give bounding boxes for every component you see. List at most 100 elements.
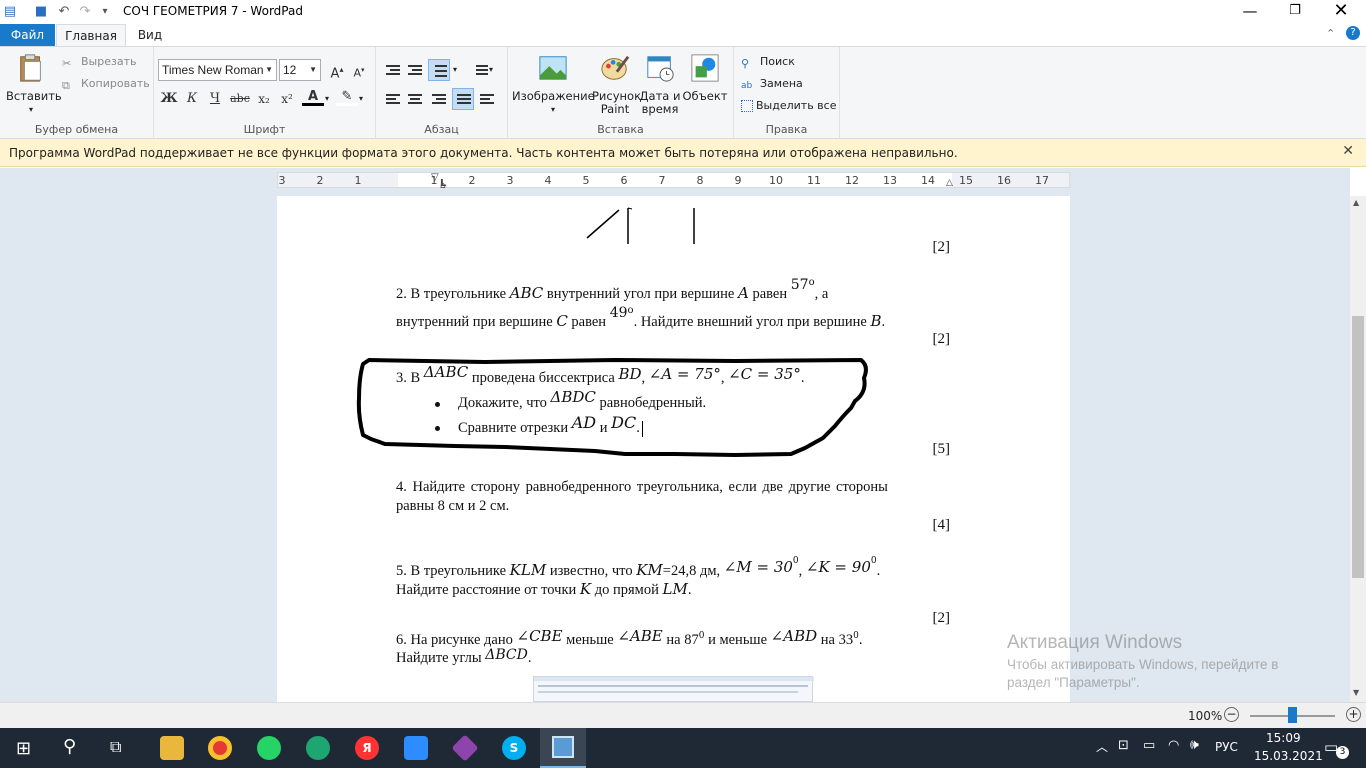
battery-icon[interactable]: ▭ <box>1143 738 1155 753</box>
clock-time[interactable]: 15:09 <box>1266 731 1301 745</box>
insert-object-button[interactable]: Объект <box>682 53 728 103</box>
vertical-scrollbar[interactable]: ▲ ▼ <box>1350 196 1366 702</box>
subscript-button[interactable]: x₂ <box>253 88 275 110</box>
decrease-indent-button[interactable] <box>382 59 404 81</box>
chevron-down-icon: ▼ <box>309 65 317 74</box>
align-center-button[interactable] <box>404 88 426 110</box>
underline-button[interactable]: Ч <box>204 88 226 110</box>
task-view-icon[interactable]: ⧉ <box>110 737 121 757</box>
scroll-up-icon[interactable]: ▲ <box>1353 198 1359 207</box>
calendar-icon <box>647 56 674 82</box>
text-color-button[interactable]: A <box>302 86 324 106</box>
first-line-indent-marker[interactable]: ▽ <box>431 172 439 183</box>
font-family-value: Times New Roman <box>162 63 264 77</box>
window-title: СОЧ ГЕОМЕТРИЯ 7 - WordPad <box>123 4 303 18</box>
align-right-button[interactable] <box>428 88 450 110</box>
zoom-slider-thumb[interactable] <box>1288 707 1297 723</box>
font-family-select[interactable]: Times New Roman ▼ <box>158 59 277 81</box>
windows-start-icon[interactable]: ⊞ <box>16 738 31 759</box>
align-left-button[interactable] <box>382 88 404 110</box>
help-icon[interactable]: ? <box>1346 26 1360 40</box>
copy-button[interactable]: ⧉ Копировать <box>62 75 150 93</box>
close-button[interactable]: ✕ <box>1318 0 1364 24</box>
find-label: Поиск <box>760 55 795 68</box>
justify-button[interactable] <box>452 88 474 110</box>
wordpad-taskbar-button[interactable] <box>540 728 586 768</box>
file-explorer-icon[interactable] <box>160 736 184 760</box>
highlighter-icon: ✎ <box>341 89 353 104</box>
ruler[interactable]: 3 2 1 1 2 3 4 5 6 7 8 9 10 11 12 13 14 1… <box>277 172 1070 191</box>
language-indicator[interactable]: РУС <box>1215 740 1238 754</box>
font-size-value: 12 <box>283 63 297 77</box>
clock-date[interactable]: 15.03.2021 <box>1254 749 1323 763</box>
replace-button[interactable]: ab Замена <box>741 75 803 93</box>
paste-icon <box>20 54 41 82</box>
undo-icon[interactable]: ↶ <box>56 4 72 20</box>
show-hidden-icons[interactable]: ︿ <box>1096 738 1108 755</box>
scroll-down-icon[interactable]: ▼ <box>1353 688 1359 697</box>
ruler-number: 15 <box>959 174 973 187</box>
binoculars-icon: ⚲ <box>741 57 750 70</box>
wifi-icon[interactable]: ◠ <box>1168 738 1179 753</box>
paragraph-settings-button[interactable] <box>476 88 498 110</box>
restore-button[interactable]: ❐ <box>1272 0 1318 24</box>
q4-score: [4] <box>932 517 951 533</box>
redo-icon[interactable]: ↷ <box>77 4 93 20</box>
minimize-button[interactable]: — <box>1227 0 1273 24</box>
strikethrough-button[interactable]: abc <box>229 88 251 110</box>
tab-file[interactable]: Файл <box>0 24 55 46</box>
wordpad-app-icon[interactable]: ▤ <box>2 4 18 20</box>
skype-icon[interactable]: S <box>502 736 526 760</box>
zoom-out-icon[interactable]: − <box>1224 707 1239 722</box>
scrollbar-thumb[interactable] <box>1352 316 1364 578</box>
antivirus-icon[interactable]: ⊡ <box>1118 738 1129 753</box>
chevron-down-icon[interactable]: ▾ <box>359 94 363 103</box>
cut-button[interactable]: ✂ Вырезать <box>62 53 136 71</box>
italic-button[interactable]: К <box>181 88 203 110</box>
collapse-ribbon-icon[interactable]: ⌃ <box>1326 27 1335 40</box>
ruler-number: 4 <box>544 174 552 187</box>
insert-date-time-button[interactable]: Дата и время <box>638 53 682 116</box>
document-page[interactable]: [2] 2. В треугольнике ABC внутренний уго… <box>277 196 1070 702</box>
find-button[interactable]: ⚲ Поиск <box>741 53 795 71</box>
insert-paint-drawing-button[interactable]: Рисунок Paint <box>592 53 641 116</box>
tab-view[interactable]: Вид <box>130 24 170 46</box>
replace-label: Замена <box>760 77 803 90</box>
search-icon[interactable]: ⚲ <box>63 736 76 757</box>
hanging-indent-marker[interactable]: ⌂ <box>440 181 446 191</box>
bullets-button[interactable] <box>428 59 450 81</box>
bold-button[interactable]: Ж <box>158 88 180 110</box>
chevron-down-icon[interactable]: ▾ <box>453 65 457 74</box>
line-spacing-button[interactable] <box>468 59 490 81</box>
close-message-icon[interactable]: ✕ <box>1342 143 1354 159</box>
highlight-button[interactable]: ✎ <box>336 86 358 106</box>
tab-home[interactable]: Главная <box>56 24 126 46</box>
yandex-icon[interactable]: Я <box>355 736 379 760</box>
shrink-font-button[interactable]: A▾ <box>348 59 370 81</box>
save-icon[interactable]: ■ <box>33 4 49 20</box>
zoom-in-icon[interactable]: + <box>1346 707 1361 722</box>
object-icon <box>691 54 719 82</box>
grow-font-button[interactable]: A▴ <box>326 59 348 81</box>
select-all-button[interactable]: Выделить все <box>741 97 836 115</box>
zoom-app-icon[interactable] <box>404 736 428 760</box>
customize-toolbar-icon[interactable]: ▾ <box>97 4 113 20</box>
editing-group: ⚲ Поиск ab Замена Выделить все Правка <box>734 47 840 139</box>
chrome-icon[interactable] <box>208 736 232 760</box>
chevron-down-icon[interactable]: ▾ <box>489 65 493 74</box>
volume-icon[interactable]: 🕪 <box>1190 737 1199 753</box>
chevron-down-icon[interactable]: ▾ <box>325 94 329 103</box>
gem-app-icon[interactable] <box>451 734 479 762</box>
paste-button[interactable]: Вставить ▾ <box>6 53 62 116</box>
whatsapp-icon[interactable] <box>257 736 281 760</box>
q1-score: [2] <box>932 239 951 255</box>
paragraph-group: ▾ ▾ Абзац <box>376 47 508 139</box>
embedded-screenshot-image <box>533 676 814 702</box>
increase-indent-button[interactable] <box>404 59 426 81</box>
insert-image-button[interactable]: Изображение ▾ <box>512 53 595 116</box>
superscript-button[interactable]: x² <box>276 88 298 110</box>
right-indent-marker[interactable]: △ <box>946 178 953 188</box>
font-size-select[interactable]: 12 ▼ <box>279 59 321 81</box>
ruler-number: 5 <box>582 174 590 187</box>
edge-icon[interactable] <box>306 736 330 760</box>
